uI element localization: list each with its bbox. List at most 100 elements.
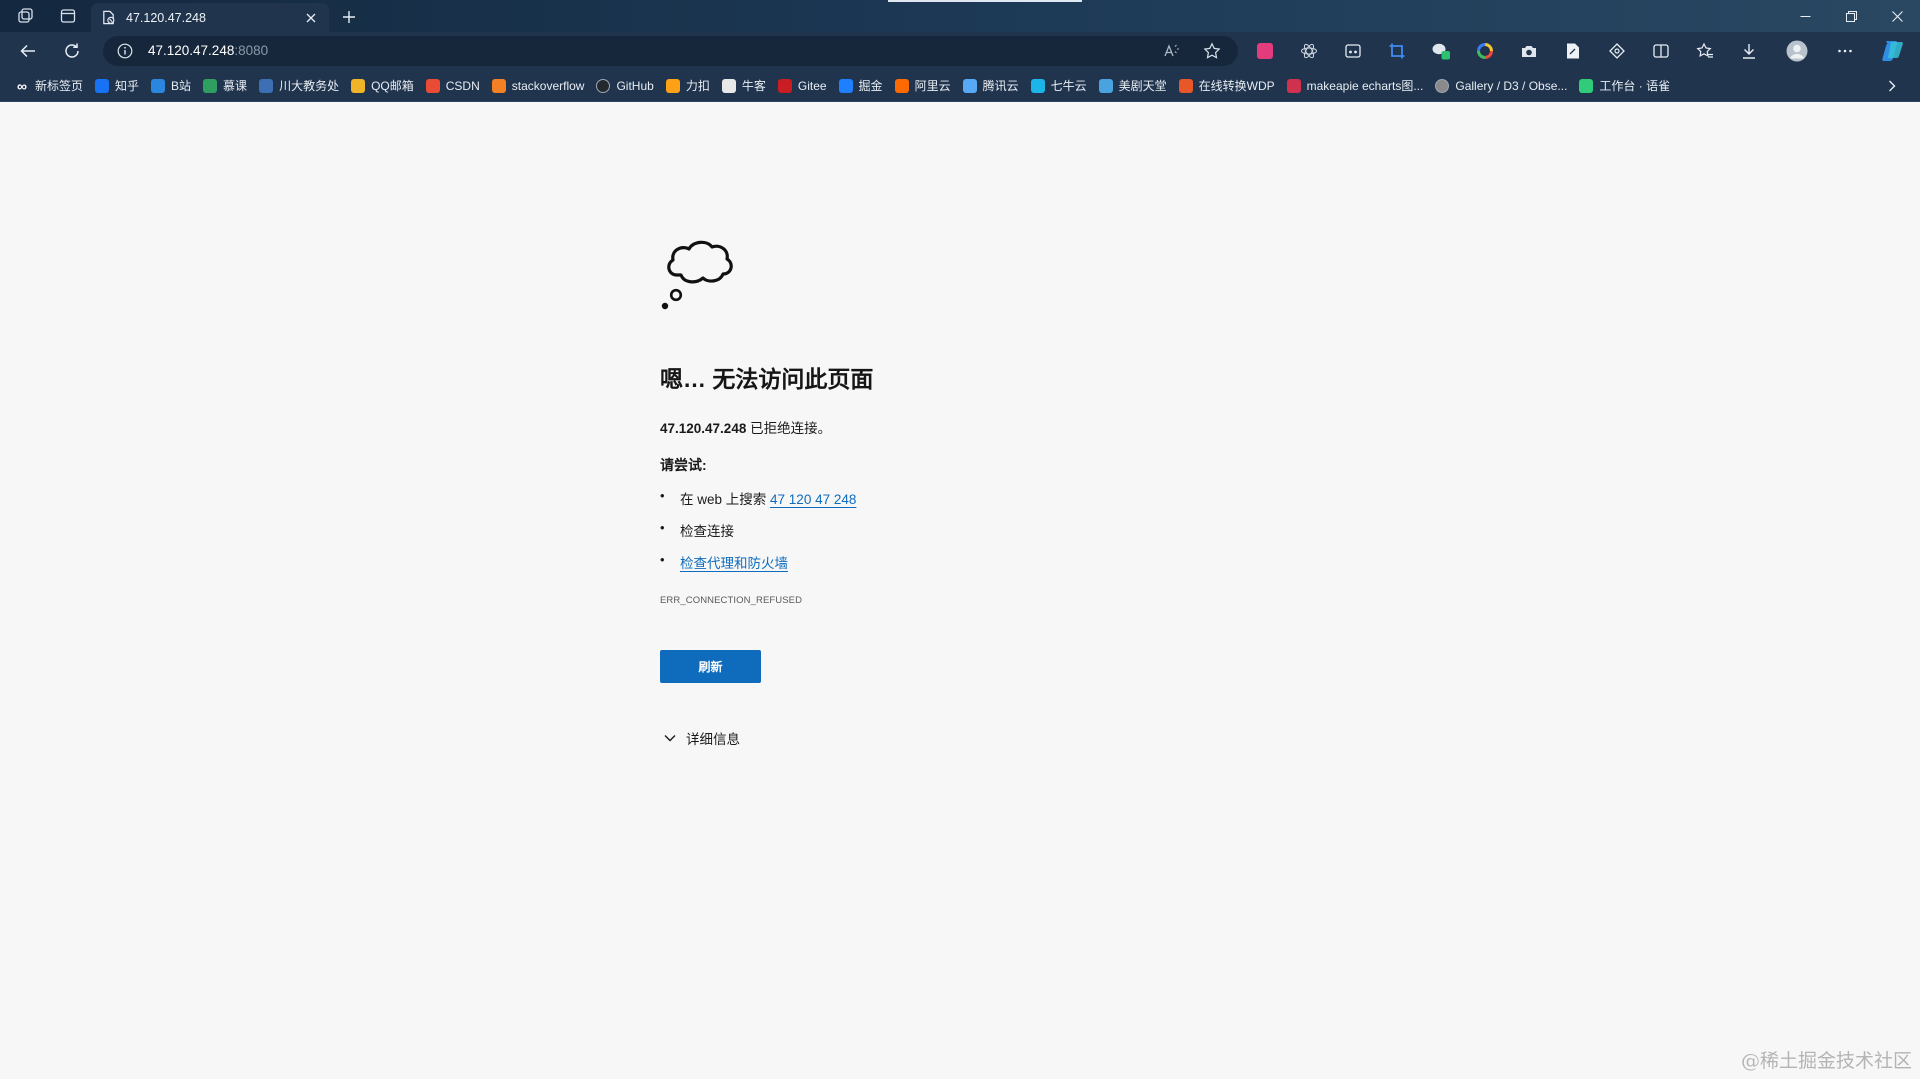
mooc-icon [203, 78, 218, 93]
workspaces-button[interactable] [6, 0, 46, 32]
aliyun-icon [894, 78, 909, 93]
more-menu-button[interactable] [1834, 40, 1856, 62]
bookmarks-overflow-button[interactable] [1882, 76, 1902, 96]
bilibili-icon [151, 78, 166, 93]
bookmark-item[interactable]: 川大教务处 [254, 73, 346, 99]
csdn-icon [425, 78, 440, 93]
url-text[interactable]: 47.120.47.248:8080 [148, 43, 268, 58]
bookmark-item[interactable]: Gallery / D3 / Obse... [1430, 73, 1574, 99]
tab-actions-button[interactable] [48, 0, 88, 32]
url-port: :8080 [234, 43, 269, 58]
tencentcloud-icon [962, 78, 977, 93]
extension-react-button[interactable] [1298, 40, 1320, 62]
bookmark-item[interactable]: CSDN [421, 73, 487, 99]
check-proxy-link[interactable]: 检查代理和防火墙 [680, 556, 788, 571]
bookmark-label: 美剧天堂 [1118, 79, 1167, 93]
profile-button[interactable] [1786, 40, 1808, 62]
extension-camera-button[interactable] [1518, 40, 1540, 62]
window-close-button[interactable] [1874, 0, 1920, 32]
bookmark-label: 新标签页 [35, 79, 84, 93]
juejin-icon [838, 78, 853, 93]
bookmark-label: 牛客 [741, 79, 766, 93]
tab-title: 47.120.47.248 [126, 10, 206, 25]
qiniu-icon [1030, 78, 1045, 93]
gitee-icon [777, 78, 792, 93]
try-label: 请尝试: [660, 457, 707, 473]
bookmark-item[interactable]: 工作台 · 语雀 [1574, 73, 1677, 99]
bookmark-item[interactable]: makeapie echarts图... [1282, 73, 1431, 99]
tab-strip: 47.120.47.248 [0, 0, 1920, 32]
leetcode-icon [665, 78, 680, 93]
info-icon[interactable] [117, 43, 133, 59]
search-web-link[interactable]: 47 120 47 248 [770, 492, 856, 507]
details-toggle[interactable]: 详细信息 [664, 728, 740, 748]
back-button[interactable] [13, 36, 43, 66]
page-refresh-button[interactable]: 刷新 [660, 650, 761, 683]
new-tab-button[interactable] [336, 4, 362, 30]
split-screen-button[interactable] [1650, 40, 1672, 62]
refresh-button[interactable] [57, 36, 87, 66]
plus-icon [343, 11, 355, 23]
favorites-button[interactable] [1694, 40, 1716, 62]
bookmark-item[interactable]: 腾讯云 [958, 73, 1026, 99]
bookmark-label: 知乎 [115, 79, 140, 93]
wechat-icon [1432, 43, 1450, 60]
extension-crop-button[interactable] [1386, 40, 1408, 62]
bookmark-item[interactable]: QQ邮箱 [346, 73, 421, 99]
bookmark-item[interactable]: 在线转换WDP [1174, 73, 1282, 99]
screen-icon [1345, 44, 1361, 58]
bookmark-item[interactable]: ∞ 新标签页 [10, 73, 90, 99]
bookmark-item[interactable]: GitHub [591, 73, 660, 99]
bookmark-item[interactable]: B站 [146, 73, 198, 99]
suggestion-check-connection: 检查连接 [660, 520, 856, 552]
copilot-icon[interactable] [1880, 38, 1906, 64]
bookmarks-bar: ∞ 新标签页 知乎 B站 慕课 川大教务处 QQ邮箱 CSDN stackoverflow Git… [0, 69, 1920, 102]
bookmark-item[interactable]: stackoverflow [487, 73, 592, 99]
error-code: ERR_CONNECTION_REFUSED [660, 595, 803, 606]
bookmark-item[interactable]: 美剧天堂 [1094, 73, 1174, 99]
search-prefix: 在 web 上搜索 [680, 492, 771, 507]
bookmark-item[interactable]: 知乎 [90, 73, 146, 99]
extension-color-button[interactable] [1474, 40, 1496, 62]
refresh-icon [65, 43, 79, 58]
favorite-star-icon[interactable] [1203, 42, 1221, 60]
bookmark-item[interactable]: 牛客 [717, 73, 773, 99]
restore-icon [1845, 10, 1857, 22]
translate-icon [1257, 43, 1273, 59]
suggestion-search: 在 web 上搜索 47 120 47 248 [660, 488, 856, 520]
extension-wechat-button[interactable] [1430, 40, 1452, 62]
more-horizontal-icon [1838, 49, 1852, 53]
extension-screen-button[interactable] [1342, 40, 1364, 62]
restore-button[interactable] [1828, 0, 1874, 32]
bookmark-item[interactable]: 七牛云 [1026, 73, 1094, 99]
extension-translate-button[interactable] [1254, 40, 1276, 62]
tab-active[interactable]: 47.120.47.248 [91, 3, 329, 32]
tab-close-button[interactable] [303, 10, 319, 26]
chevron-down-icon [664, 735, 676, 742]
zhihu-icon [95, 78, 110, 93]
close-icon [306, 13, 316, 22]
crop-icon [1389, 43, 1405, 59]
bookmark-label: stackoverflow [511, 78, 585, 93]
convert-icon [1178, 78, 1193, 93]
workspaces-icon [18, 8, 33, 23]
bookmark-label: Gitee [797, 78, 827, 93]
minimize-button[interactable] [1782, 0, 1828, 32]
bookmark-item[interactable]: 力扣 [661, 73, 717, 99]
bookmark-item[interactable]: 慕课 [198, 73, 254, 99]
extension-note-button[interactable] [1562, 40, 1584, 62]
refused-text: 已拒绝连接。 [746, 421, 832, 436]
bookmark-label: 在线转换WDP [1198, 79, 1275, 93]
extensions-button[interactable] [1606, 40, 1628, 62]
bookmark-item[interactable]: 掘金 [834, 73, 890, 99]
address-bar[interactable]: 47.120.47.248:8080 [103, 36, 1238, 66]
tab-actions-icon [60, 9, 76, 23]
read-aloud-icon[interactable] [1163, 42, 1181, 60]
downloads-button[interactable] [1738, 40, 1760, 62]
bookmark-item[interactable]: Gitee [773, 73, 834, 99]
arrow-left-icon [20, 44, 35, 58]
react-icon [1301, 43, 1317, 59]
qqmail-icon [351, 78, 366, 93]
bookmark-label: QQ邮箱 [371, 79, 414, 93]
bookmark-item[interactable]: 阿里云 [890, 73, 958, 99]
